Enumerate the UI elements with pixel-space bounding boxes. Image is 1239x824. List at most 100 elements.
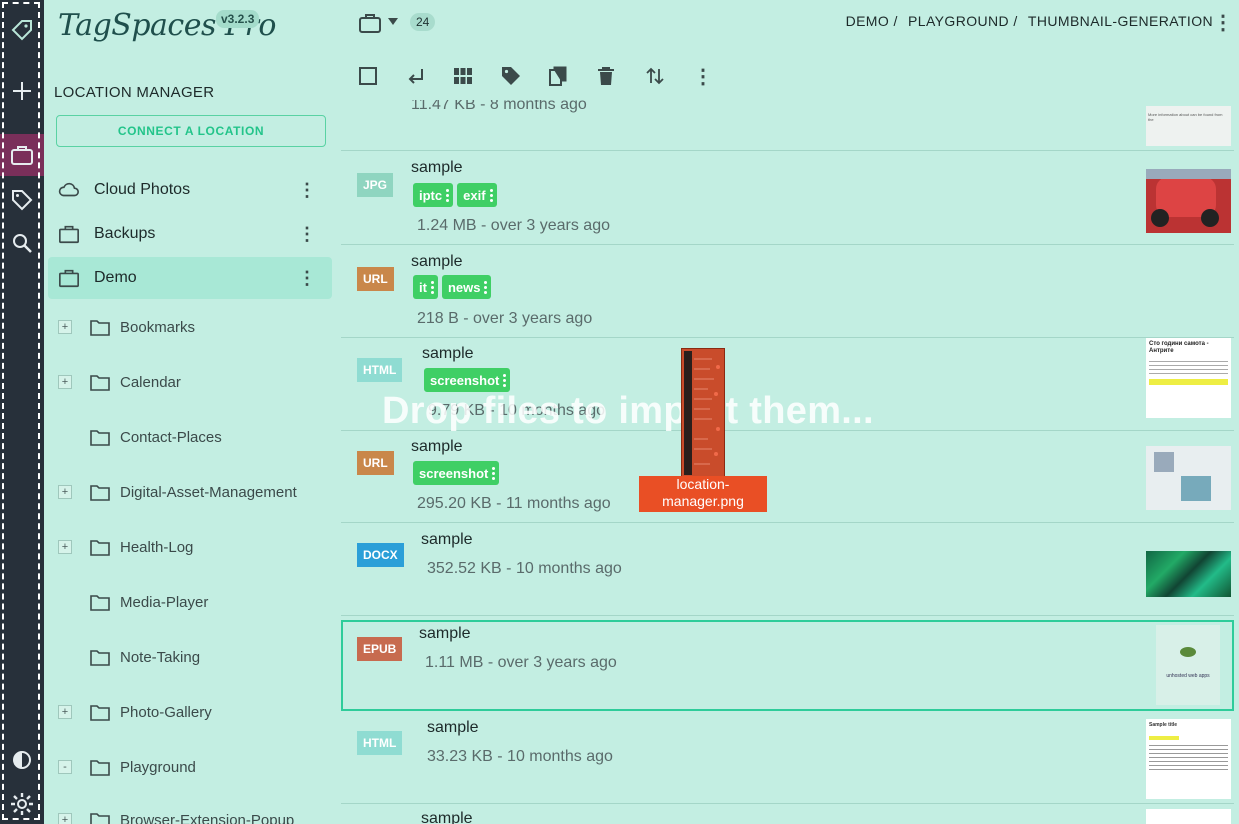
folder-icon xyxy=(90,595,110,611)
breadcrumb-thumbnail-generation[interactable]: THUMBNAIL-GENERATION xyxy=(1028,13,1213,29)
cloud-icon xyxy=(58,182,79,197)
tag-chip[interactable]: iptc xyxy=(413,183,454,207)
file-thumbnail xyxy=(1146,446,1231,510)
thumb-title: unhosted web apps xyxy=(1166,673,1210,679)
breadcrumb-playground[interactable]: PLAYGROUND / xyxy=(908,13,1018,29)
folder-tree-item[interactable]: + Digital-Asset-Management xyxy=(44,472,338,512)
folder-icon xyxy=(90,813,110,824)
file-extension-badge: JPG xyxy=(357,173,394,197)
tag-menu-icon[interactable] xyxy=(430,280,434,294)
more-vert-icon[interactable]: ⋮ xyxy=(298,180,316,201)
list-item[interactable]: DOCX sample 352.52 KB - 10 months ago xyxy=(341,523,1234,616)
locations-briefcase-icon[interactable] xyxy=(8,141,36,169)
connect-location-button[interactable]: CONNECT A LOCATION xyxy=(56,115,326,147)
folder-tree-item[interactable]: + Browser-Extension-Popup xyxy=(44,800,338,824)
list-item[interactable]: EPUB sample 1.11 MB - over 3 years ago unho… xyxy=(341,620,1234,711)
file-meta: 1.24 MB - over 3 years ago xyxy=(417,217,610,234)
expand-toggle[interactable]: + xyxy=(58,485,72,499)
tag-chip[interactable]: screenshot xyxy=(424,368,511,392)
expand-toggle[interactable]: + xyxy=(58,375,72,389)
delete-icon[interactable] xyxy=(595,65,617,87)
tag-library-icon[interactable] xyxy=(8,186,36,214)
copy-icon[interactable] xyxy=(547,65,569,87)
file-meta: 295.20 KB - 11 months ago xyxy=(417,495,611,512)
expand-toggle[interactable]: - xyxy=(58,760,72,774)
tag-menu-icon[interactable] xyxy=(489,188,493,202)
folder-name: Playground xyxy=(120,758,196,776)
top-toolbar: 24 DEMO / PLAYGROUND / THUMBNAIL-GENERAT… xyxy=(338,0,1239,100)
expand-toggle[interactable]: + xyxy=(58,705,72,719)
file-extension-badge: DOCX xyxy=(357,543,404,567)
folder-tree-item[interactable]: Media-Player xyxy=(44,582,338,622)
location-briefcase-icon[interactable] xyxy=(358,12,382,34)
tag-menu-icon[interactable] xyxy=(503,373,507,387)
settings-gear-icon[interactable] xyxy=(8,790,36,818)
file-meta: 218 B - over 3 years ago xyxy=(417,310,593,327)
location-manager-panel: TagSpaces Pro v3.2.3 LOCATION MANAGER CO… xyxy=(44,0,339,824)
file-thumbnail: Sample title xyxy=(1146,719,1231,799)
thumb-title: Sample title xyxy=(1149,722,1178,728)
folder-name: Calendar xyxy=(120,373,181,391)
tag-label: iptc xyxy=(419,187,443,203)
sort-icon[interactable] xyxy=(644,65,666,87)
folder-name: Photo-Gallery xyxy=(120,703,212,721)
folder-tree-item[interactable]: + Calendar xyxy=(44,362,338,402)
folder-name: Media-Player xyxy=(120,593,209,611)
tag-label: news xyxy=(447,279,481,295)
grid-view-icon[interactable] xyxy=(452,65,474,87)
folder-tree-item[interactable]: - Playground xyxy=(44,747,338,787)
breadcrumb-demo[interactable]: DEMO / xyxy=(846,13,898,29)
thumb-title: Сто години самота - Антрите xyxy=(1149,341,1209,354)
tagspaces-logo-icon[interactable] xyxy=(8,16,36,44)
folder-icon xyxy=(90,650,110,666)
folder-tree-item[interactable]: + Bookmarks xyxy=(44,307,338,347)
expand-toggle[interactable]: + xyxy=(58,540,72,554)
search-icon[interactable] xyxy=(8,229,36,257)
dragged-file-label: location-manager.png xyxy=(639,476,767,512)
list-item[interactable]: sample xyxy=(341,804,1234,824)
folder-tree-item[interactable]: + Photo-Gallery xyxy=(44,692,338,732)
location-item-backups[interactable]: Backups ⋮ xyxy=(48,213,332,255)
briefcase-icon xyxy=(59,269,79,288)
folder-name: Digital-Asset-Management xyxy=(120,483,297,501)
parent-folder-icon[interactable] xyxy=(405,65,427,87)
chevron-down-icon[interactable] xyxy=(388,18,398,26)
folder-name: Note-Taking xyxy=(120,648,201,666)
file-name: sample xyxy=(411,159,463,176)
more-vert-icon[interactable]: ⋮ xyxy=(298,224,316,245)
tag-chip[interactable]: it xyxy=(413,275,438,299)
more-vert-icon[interactable]: ⋮ xyxy=(692,65,714,88)
location-item-cloud-photos[interactable]: Cloud Photos ⋮ xyxy=(48,169,332,211)
location-item-demo[interactable]: Demo ⋮ xyxy=(48,257,332,299)
folder-tree-item[interactable]: Note-Taking xyxy=(44,637,338,677)
theme-contrast-icon[interactable] xyxy=(8,746,36,774)
add-icon[interactable] xyxy=(8,77,36,105)
expand-toggle[interactable]: + xyxy=(58,320,72,334)
tag-chip[interactable]: screenshot xyxy=(413,461,500,485)
folder-icon xyxy=(90,760,110,776)
version-badge: v3.2.3 xyxy=(216,10,260,28)
list-item[interactable]: URL sample screenshot 295.20 KB - 11 months… xyxy=(341,431,1234,523)
file-name: sample xyxy=(421,531,473,548)
tag-chip[interactable]: exif xyxy=(457,183,497,207)
file-extension-badge: HTML xyxy=(357,731,403,755)
folder-icon xyxy=(90,430,110,446)
more-vert-icon[interactable]: ⋮ xyxy=(1213,10,1233,35)
tag-menu-icon[interactable] xyxy=(484,280,488,294)
folder-tree-item[interactable]: + Health-Log xyxy=(44,527,338,567)
expand-toggle[interactable]: + xyxy=(58,813,72,824)
file-name: sample xyxy=(427,719,479,736)
tag-chip[interactable]: news xyxy=(441,275,492,299)
list-item[interactable]: HTML sample 33.23 KB - 10 months ago Sample… xyxy=(341,711,1234,804)
more-vert-icon[interactable]: ⋮ xyxy=(298,268,316,289)
folder-tree-item[interactable]: Contact-Places xyxy=(44,417,338,457)
location-name: Demo xyxy=(94,269,137,286)
select-all-checkbox[interactable] xyxy=(357,65,379,87)
file-thumbnail: More information about can be found from… xyxy=(1146,106,1231,146)
tag-icon[interactable] xyxy=(500,65,522,87)
list-item[interactable]: URL sample it news 218 B - over 3 years ago xyxy=(341,245,1234,338)
list-item[interactable]: JPG sample iptc exif 1.24 MB - over 3 years … xyxy=(341,151,1234,245)
tag-menu-icon[interactable] xyxy=(492,466,496,480)
file-name: sample xyxy=(411,253,463,270)
tag-menu-icon[interactable] xyxy=(446,188,450,202)
